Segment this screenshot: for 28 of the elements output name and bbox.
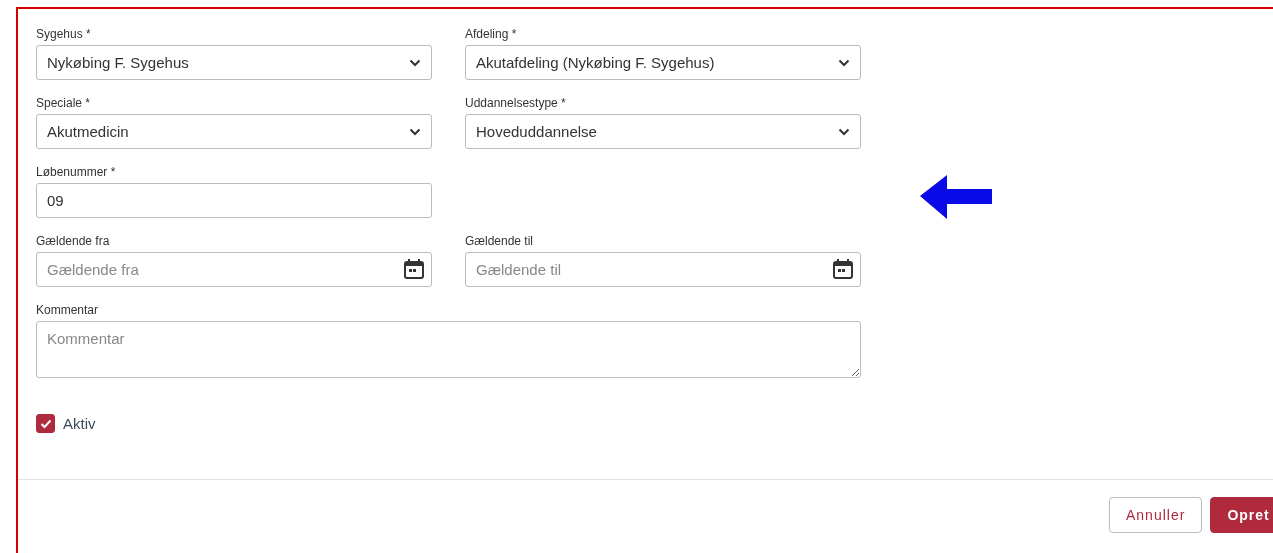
date-field[interactable]: Gældende fra (36, 252, 432, 287)
create-button[interactable]: Opret (1210, 497, 1273, 533)
calendar-icon[interactable] (832, 258, 854, 280)
field-label: Uddannelsestype * (465, 96, 567, 111)
arrow-left-icon (920, 175, 992, 219)
field-label: Løbenummer * (36, 165, 117, 180)
date-field[interactable]: Gældende til (465, 252, 861, 287)
checkbox[interactable] (36, 414, 55, 433)
chevron-down-icon (409, 58, 421, 67)
select-field[interactable]: Nykøbing F. Sygehus (36, 45, 432, 80)
select-field[interactable]: Akutafdeling (Nykøbing F. Sygehus) (465, 45, 861, 80)
field-label: Afdeling * (465, 27, 518, 42)
calendar-icon[interactable] (403, 258, 425, 280)
field-label: Gældende til (465, 234, 535, 249)
input-field[interactable]: 09 (36, 183, 432, 218)
field-label: Gældende fra (36, 234, 111, 249)
select-field[interactable]: Akutmedicin (36, 114, 432, 149)
cancel-button[interactable]: Annuller (1109, 497, 1203, 533)
chevron-down-icon (409, 127, 421, 136)
comment-field[interactable]: Kommentar (36, 321, 861, 378)
field-label: Kommentar (36, 303, 100, 318)
field-label: Speciale * (36, 96, 92, 111)
checkbox-label: Aktiv (63, 415, 96, 432)
chevron-down-icon (838, 127, 850, 136)
chevron-down-icon (838, 58, 850, 67)
field-label: Sygehus * (36, 27, 92, 42)
checkmark-icon (39, 418, 52, 429)
select-field[interactable]: Hoveduddannelse (465, 114, 861, 149)
